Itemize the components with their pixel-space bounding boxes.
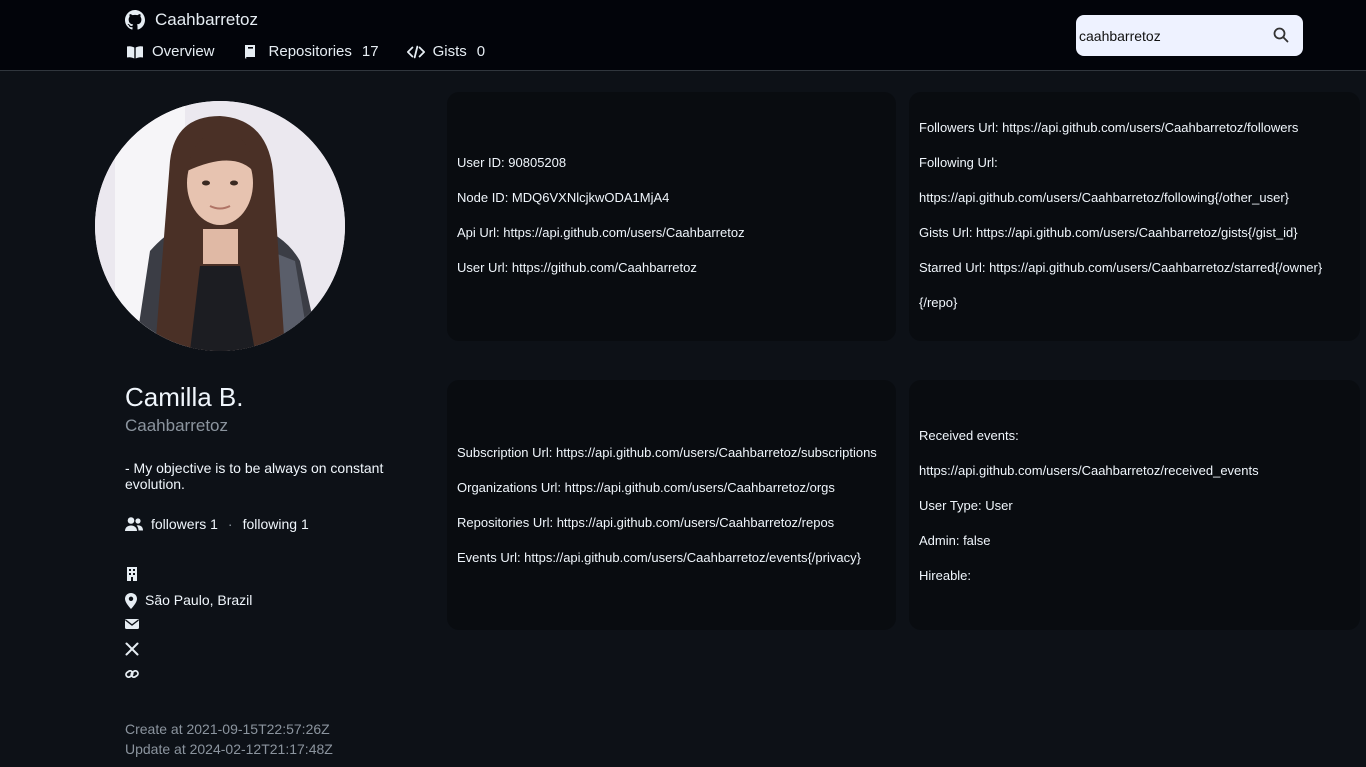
brand[interactable]: Caahbarretoz <box>125 10 258 30</box>
received-events-label: Received events: <box>919 428 1019 443</box>
misc-card: Received events: https://api.github.com/… <box>909 380 1360 630</box>
gists-count: 0 <box>476 43 486 60</box>
nav-repositories-label: Repositories <box>268 43 352 60</box>
api-url: Api Url: https://api.github.com/users/Ca… <box>457 225 745 240</box>
nav-overview-label: Overview <box>152 43 215 60</box>
follow-separator: · <box>227 516 233 532</box>
user-id: User ID: 90805208 <box>457 155 567 170</box>
book-icon <box>243 44 261 60</box>
followers-link[interactable]: followers 1 <box>151 516 218 532</box>
book-open-icon <box>126 44 144 60</box>
starred-url-tail: {/repo} <box>919 295 958 310</box>
hireable: Hireable: <box>919 568 972 583</box>
social-card: Followers Url: https://api.github.com/us… <box>909 92 1360 341</box>
gists-url: Gists Url: https://api.github.com/users/… <box>919 225 1298 240</box>
admin: Admin: false <box>919 533 991 548</box>
location-text: São Paulo, Brazil <box>145 592 253 608</box>
location-row: São Paulo, Brazil <box>125 592 253 609</box>
brand-name: Caahbarretoz <box>155 10 259 29</box>
following-url-label: Following Url: <box>919 155 998 170</box>
ids-card: User ID: 90805208 Node ID: MDQ6VXNlcjkwO… <box>447 92 896 341</box>
envelope-icon[interactable] <box>125 617 139 631</box>
updated-at: Update at 2024-02-12T21:17:48Z <box>125 741 333 757</box>
email-row <box>125 617 145 631</box>
events-url: Events Url: https://api.github.com/users… <box>457 550 861 565</box>
avatar <box>95 101 345 351</box>
link-icon[interactable] <box>125 667 139 681</box>
repositories-url: Repositories Url: https://api.github.com… <box>457 515 835 530</box>
followers-url: Followers Url: https://api.github.com/us… <box>919 120 1299 135</box>
nav-overview[interactable]: Overview <box>126 43 215 60</box>
nav-repositories[interactable]: Repositories 17 <box>243 43 379 60</box>
repositories-count: 17 <box>361 43 379 60</box>
location-pin-icon <box>125 593 139 609</box>
blog-row <box>125 667 145 681</box>
user-type: User Type: User <box>919 498 1013 513</box>
search-box <box>1076 15 1303 56</box>
following-link[interactable]: following 1 <box>243 516 309 532</box>
nav-gists[interactable]: Gists 0 <box>406 43 486 60</box>
people-icon <box>125 516 143 532</box>
profile-name: Camilla B. <box>125 382 244 412</box>
company-row <box>125 567 145 581</box>
follow-stats: followers 1 · following 1 <box>125 516 309 532</box>
github-icon <box>125 10 145 30</box>
urls-card: Subscription Url: https://api.github.com… <box>447 380 896 630</box>
search-input[interactable] <box>1076 27 1256 44</box>
code-icon <box>406 44 425 60</box>
twitter-row <box>125 642 145 656</box>
following-url: https://api.github.com/users/Caahbarreto… <box>919 190 1289 205</box>
profile-bio: - My objective is to be always on consta… <box>125 460 384 492</box>
search-icon[interactable] <box>1273 27 1289 43</box>
x-icon[interactable] <box>125 642 139 656</box>
subscription-url: Subscription Url: https://api.github.com… <box>457 445 877 460</box>
starred-url: Starred Url: https://api.github.com/user… <box>919 260 1323 275</box>
user-url: User Url: https://github.com/Caahbarreto… <box>457 260 697 275</box>
building-icon <box>125 567 139 581</box>
profile-login: Caahbarretoz <box>125 416 229 435</box>
received-events-url: https://api.github.com/users/Caahbarreto… <box>919 463 1259 478</box>
top-header: Caahbarretoz Overview Repositories 17 Gi… <box>0 0 1366 71</box>
organizations-url: Organizations Url: https://api.github.co… <box>457 480 835 495</box>
main-nav: Overview Repositories 17 Gists 0 <box>126 43 485 60</box>
node-id: Node ID: MDQ6VXNlcjkwODA1MjA4 <box>457 190 670 205</box>
created-at: Create at 2021-09-15T22:57:26Z <box>125 721 330 737</box>
dates: Create at 2021-09-15T22:57:26Z Update at… <box>125 719 333 759</box>
nav-gists-label: Gists <box>432 43 467 60</box>
